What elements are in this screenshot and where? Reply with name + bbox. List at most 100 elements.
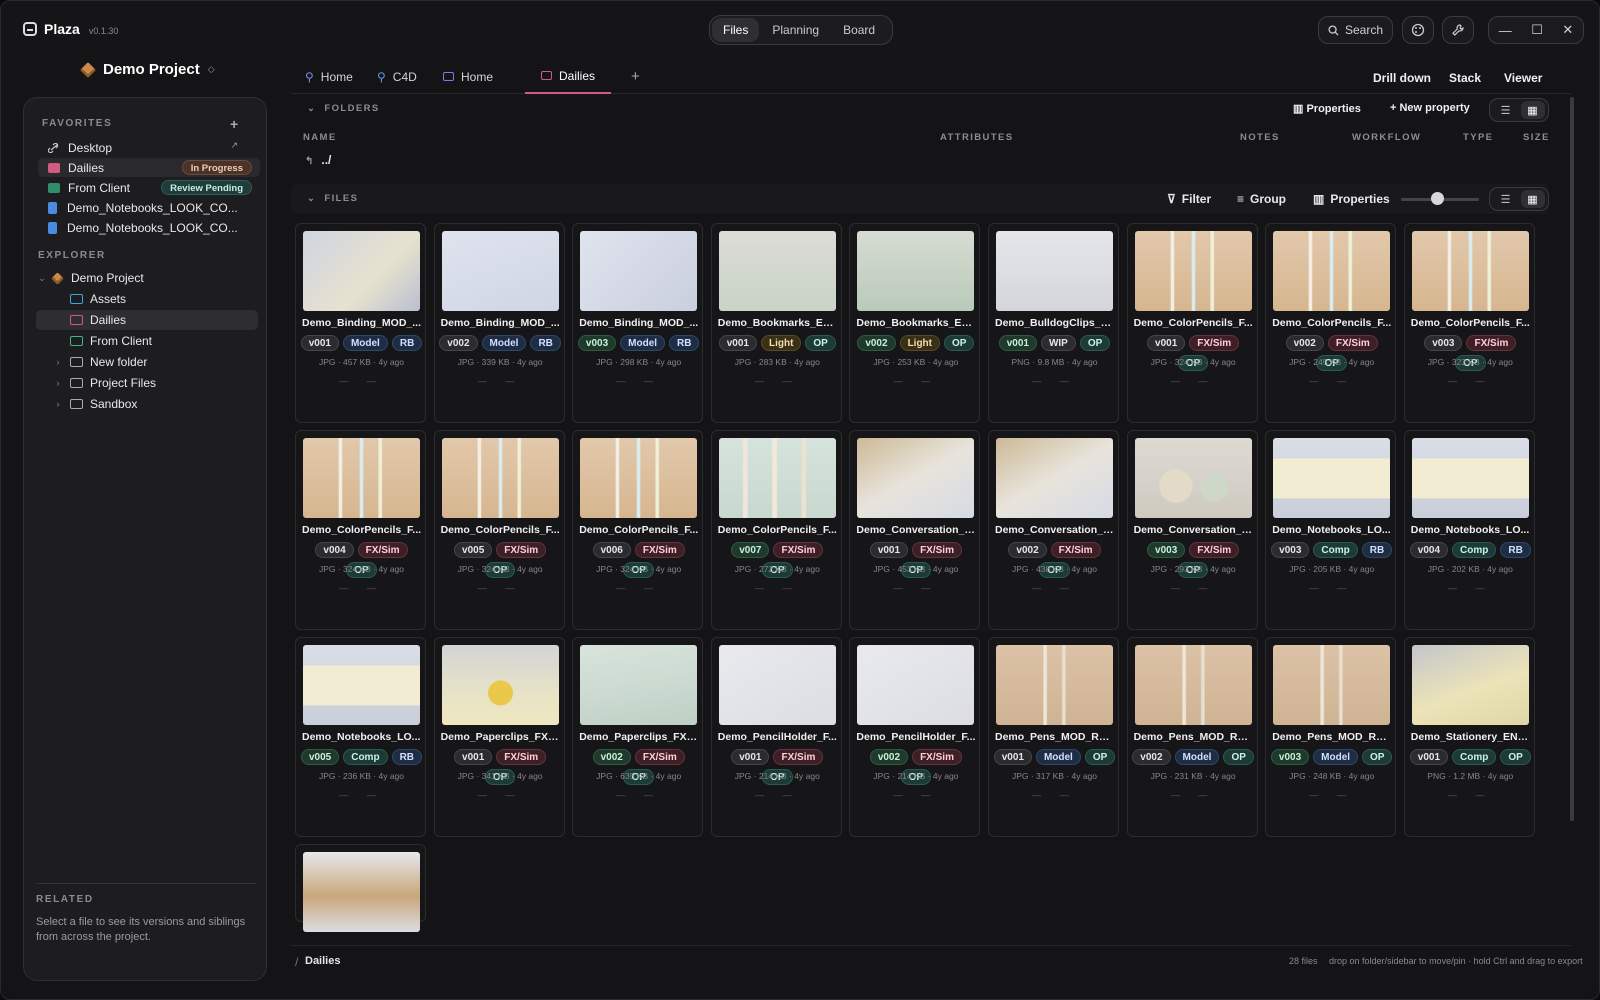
file-card[interactable]: Demo_Paperclips_FX_... v002 FX/Sim OP JPG · … (572, 637, 704, 837)
tag-badge[interactable]: Light (760, 335, 802, 351)
tag-badge[interactable]: Comp (1452, 749, 1497, 765)
tag-badge[interactable]: v001 (1147, 335, 1186, 351)
tag-badge[interactable]: OP (1084, 749, 1116, 765)
tab-dailies[interactable]: Dailies (525, 59, 612, 94)
new-property-button[interactable]: + New property (1390, 102, 1470, 114)
col-type[interactable]: TYPE (1463, 132, 1493, 143)
file-card[interactable]: Demo_Bookmarks_EN... v001 Light OP JPG · 283… (710, 223, 842, 423)
nav-planning[interactable]: Planning (761, 18, 830, 42)
search-button[interactable]: Search (1318, 16, 1393, 44)
tag-badge[interactable]: Light (899, 335, 940, 351)
nav-board[interactable]: Board (832, 18, 886, 42)
tab-home[interactable]: ⚲ Home (305, 59, 353, 94)
tag-badge[interactable]: OP (1500, 749, 1531, 765)
favorite-from-client[interactable]: From Client Review Pending (38, 178, 260, 197)
tag-badge[interactable]: FX/Sim (1189, 335, 1240, 351)
tag-badge[interactable]: FX/Sim (773, 542, 824, 558)
tag-badge[interactable]: v001 (454, 749, 493, 765)
tag-badge[interactable]: OP (944, 335, 975, 351)
tree-item-dailies[interactable]: Dailies (36, 310, 258, 330)
file-card[interactable]: Demo_Notebooks_LO... v004 Comp RB JPG · 202 … (1403, 430, 1535, 630)
col-workflow[interactable]: WORKFLOW (1352, 132, 1421, 143)
tree-item-from-client[interactable]: From Client (36, 331, 258, 351)
tag-badge[interactable]: v001 (869, 542, 909, 558)
tag-badge[interactable]: v007 (731, 542, 770, 558)
tree-item-assets[interactable]: Assets (36, 289, 258, 309)
tag-badge[interactable]: v003 (1270, 749, 1310, 765)
tag-badge[interactable]: v003 (577, 335, 617, 351)
scrollbar[interactable] (1570, 97, 1574, 821)
tag-badge[interactable]: v001 (718, 335, 757, 351)
tag-badge[interactable]: v004 (1409, 542, 1449, 558)
tag-badge[interactable]: FX/Sim (1189, 542, 1240, 558)
tag-badge[interactable]: v001 (731, 749, 770, 765)
favorite-file[interactable]: Demo_Notebooks_LOOK_CO... (38, 198, 260, 217)
maximize-icon[interactable]: ☐ (1531, 22, 1543, 38)
tag-badge[interactable]: FX/Sim (1466, 335, 1517, 351)
stack-button[interactable]: Stack (1449, 71, 1481, 85)
favorite-desktop[interactable]: Desktop ↗ (38, 138, 260, 157)
tag-badge[interactable]: OP (1362, 749, 1393, 765)
tag-badge[interactable]: Model (1035, 749, 1081, 765)
favorite-dailies[interactable]: Dailies In Progress (38, 158, 260, 177)
tag-badge[interactable]: v003 (1147, 542, 1186, 558)
file-card[interactable] (295, 844, 426, 932)
tag-badge[interactable]: v003 (1424, 335, 1463, 351)
file-card[interactable]: Demo_Conversation_F... v002 FX/Sim OP JPG · … (988, 430, 1119, 630)
viewer-button[interactable]: Viewer (1504, 71, 1542, 85)
file-card[interactable]: Demo_Binding_MOD_... v001 Model RB JPG · 457… (295, 223, 426, 423)
file-card[interactable]: Demo_Binding_MOD_... v003 Model RB JPG · 298… (572, 223, 704, 423)
col-name[interactable]: NAME (303, 132, 337, 143)
file-card[interactable]: Demo_PencilHolder_F... v002 FX/Sim OP JPG · … (849, 637, 981, 837)
file-card[interactable]: Demo_Binding_MOD_... v002 Model RB JPG · 339… (433, 223, 565, 423)
tag-badge[interactable]: Model (342, 335, 388, 351)
file-card[interactable]: Demo_Stationery_ENV... v001 Comp OP PNG · 1.… (1403, 637, 1535, 837)
tag-badge[interactable]: v003 (1271, 542, 1310, 558)
tag-badge[interactable]: Comp (1313, 542, 1358, 558)
tag-badge[interactable]: Model (1313, 749, 1359, 765)
tag-badge[interactable]: v001 (1409, 749, 1449, 765)
tag-badge[interactable]: v006 (592, 542, 631, 558)
tag-badge[interactable]: RB (669, 335, 700, 351)
tab-c4d[interactable]: ⚲ C4D (377, 59, 417, 94)
filter-button[interactable]: ⊽ Filter (1167, 192, 1211, 206)
tab-home-folder[interactable]: Home (443, 59, 493, 94)
file-card[interactable]: Demo_Conversation_F... v001 FX/Sim OP JPG · … (849, 430, 981, 630)
tag-badge[interactable]: v002 (869, 749, 909, 765)
add-favorite-button[interactable]: + (230, 116, 238, 132)
palette-button[interactable] (1402, 16, 1434, 44)
tag-badge[interactable]: v004 (315, 542, 354, 558)
tag-badge[interactable]: FX/Sim (357, 542, 408, 558)
tag-badge[interactable]: v005 (454, 542, 493, 558)
tag-badge[interactable]: FX/Sim (634, 749, 685, 765)
file-card[interactable]: Demo_Bookmarks_EN... v002 Light OP JPG · 253… (849, 223, 981, 423)
tag-badge[interactable]: Model (481, 335, 527, 351)
tag-badge[interactable]: v002 (857, 335, 896, 351)
files-section-toggle[interactable]: ⌄ FILES (307, 193, 358, 204)
tag-badge[interactable]: Model (620, 335, 666, 351)
tag-badge[interactable]: Model (1174, 749, 1220, 765)
tag-badge[interactable]: FX/Sim (634, 542, 685, 558)
tag-badge[interactable]: FX/Sim (496, 749, 547, 765)
file-card[interactable]: Demo_ColorPencils_F... v005 FX/Sim OP JPG · … (433, 430, 565, 630)
tag-badge[interactable]: WIP (1040, 335, 1076, 351)
nav-files[interactable]: Files (712, 18, 760, 42)
tag-badge[interactable]: RB (391, 749, 423, 765)
file-card[interactable]: Demo_Notebooks_LO... v003 Comp RB JPG · 205 … (1265, 430, 1397, 630)
tag-badge[interactable]: v002 (439, 335, 478, 351)
file-card[interactable]: Demo_BulldogClips_L... v001 WIP OP PNG · 9.8… (988, 223, 1119, 423)
grid-view-icon[interactable]: ▦ (1520, 190, 1545, 208)
group-button[interactable]: ≡ Group (1237, 192, 1286, 206)
minimize-icon[interactable]: — (1499, 23, 1512, 38)
tree-item-new-folder[interactable]: › New folder (36, 352, 258, 372)
tag-badge[interactable]: Comp (1452, 542, 1497, 558)
tag-badge[interactable]: v005 (300, 749, 340, 765)
folders-section-toggle[interactable]: ⌄ FOLDERS (307, 103, 380, 114)
file-card[interactable]: Demo_ColorPencils_F... v003 FX/Sim OP JPG · … (1403, 223, 1535, 423)
grid-view-icon[interactable]: ▦ (1520, 101, 1545, 119)
tree-item-demo-project[interactable]: ⌄ Demo Project (36, 268, 258, 288)
tools-button[interactable] (1442, 16, 1474, 44)
file-card[interactable]: Demo_ColorPencils_F... v006 FX/Sim OP JPG · … (572, 430, 704, 630)
list-view-icon[interactable]: ☰ (1494, 101, 1518, 119)
file-card[interactable]: Demo_Pens_MOD_RN... v003 Model OP JPG · 248 … (1265, 637, 1397, 837)
